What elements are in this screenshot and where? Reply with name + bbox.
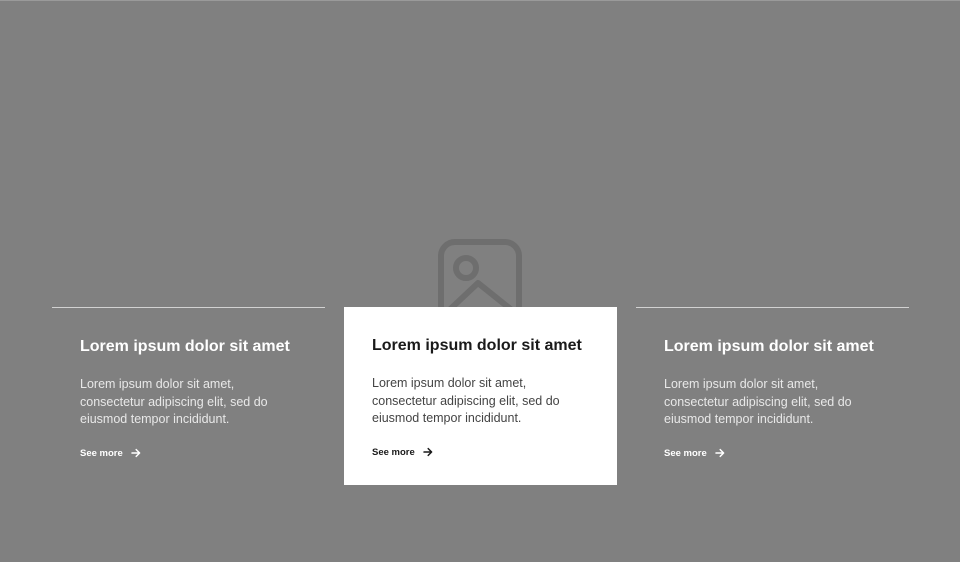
see-more-label: See more <box>80 447 123 459</box>
arrow-right-icon <box>715 448 725 458</box>
arrow-right-icon <box>423 447 433 457</box>
card-description: Lorem ipsum dolor sit amet, consectetur … <box>80 377 268 426</box>
card-description: Lorem ipsum dolor sit amet, consectetur … <box>664 377 852 426</box>
feature-card-2[interactable]: Lorem ipsum dolor sit amet Lorem ipsum d… <box>344 307 617 485</box>
arrow-right-icon <box>131 448 141 458</box>
see-more-label: See more <box>372 446 415 458</box>
feature-card-3: Lorem ipsum dolor sit amet Lorem ipsum d… <box>636 307 909 485</box>
card-description: Lorem ipsum dolor sit amet, consectetur … <box>372 376 560 425</box>
see-more-link[interactable]: See more <box>80 448 141 459</box>
card-title: Lorem ipsum dolor sit amet <box>664 338 874 355</box>
card-title: Lorem ipsum dolor sit amet <box>372 337 582 354</box>
see-more-link[interactable]: See more <box>664 448 725 459</box>
card-title: Lorem ipsum dolor sit amet <box>80 338 290 355</box>
feature-card-1: Lorem ipsum dolor sit amet Lorem ipsum d… <box>52 307 325 485</box>
see-more-link[interactable]: See more <box>372 447 433 458</box>
see-more-label: See more <box>664 447 707 459</box>
feature-cards: Lorem ipsum dolor sit amet Lorem ipsum d… <box>52 307 909 485</box>
